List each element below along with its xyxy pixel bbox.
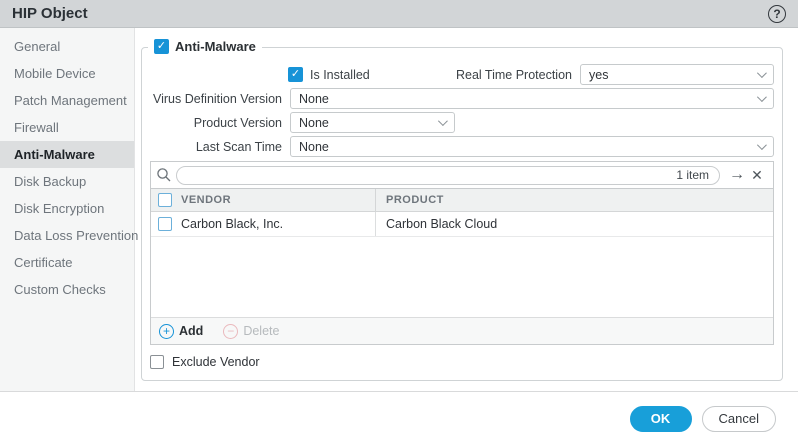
row-vendor-cell: Carbon Black, Inc. xyxy=(179,217,375,231)
cancel-button[interactable]: Cancel xyxy=(702,406,776,432)
table-toolbar: + Add − Delete xyxy=(151,317,773,344)
row-checkbox[interactable] xyxy=(158,217,172,231)
search-input[interactable] xyxy=(187,168,676,182)
sidebar-item-data-loss-prevention[interactable]: Data Loss Prevention xyxy=(0,222,134,249)
apply-filter-arrow-icon[interactable]: → xyxy=(727,166,747,184)
last-scan-time-value: None xyxy=(299,140,329,154)
chevron-down-icon xyxy=(757,140,767,150)
table-empty-area xyxy=(151,237,773,317)
delete-button-label: Delete xyxy=(243,324,279,338)
product-version-label: Product Version xyxy=(150,116,282,130)
delete-minus-icon: − xyxy=(223,324,238,339)
dialog-body: General Mobile Device Patch Management F… xyxy=(0,28,798,391)
sidebar-item-general[interactable]: General xyxy=(0,33,134,60)
table-header-row: VENDOR PRODUCT xyxy=(151,189,773,212)
virus-definition-version-label: Virus Definition Version xyxy=(150,92,282,106)
titlebar: HIP Object ? xyxy=(0,0,798,28)
sidebar: General Mobile Device Patch Management F… xyxy=(0,28,135,391)
add-button[interactable]: + Add xyxy=(159,324,203,339)
chevron-down-icon xyxy=(757,68,767,78)
is-installed-label: Is Installed xyxy=(310,68,370,82)
row-product-version: Product Version None xyxy=(150,112,774,133)
sidebar-item-patch-management[interactable]: Patch Management xyxy=(0,87,134,114)
ok-button[interactable]: OK xyxy=(630,406,692,432)
row-virus-definition-version: Virus Definition Version None xyxy=(150,88,774,109)
exclude-vendor-row: Exclude Vendor xyxy=(150,355,774,369)
sidebar-item-firewall[interactable]: Firewall xyxy=(0,114,134,141)
chevron-down-icon xyxy=(757,92,767,102)
column-header-vendor[interactable]: VENDOR xyxy=(179,194,375,206)
real-time-protection-value: yes xyxy=(589,68,608,82)
add-button-label: Add xyxy=(179,324,203,338)
exclude-vendor-checkbox[interactable] xyxy=(150,355,164,369)
exclude-vendor-label: Exclude Vendor xyxy=(172,355,260,369)
select-all-checkbox[interactable] xyxy=(158,193,172,207)
sidebar-item-disk-backup[interactable]: Disk Backup xyxy=(0,168,134,195)
row-last-scan-time: Last Scan Time None xyxy=(150,136,774,157)
is-installed-checkbox[interactable]: ✓ xyxy=(288,67,303,82)
chevron-down-icon xyxy=(438,116,448,126)
sidebar-item-custom-checks[interactable]: Custom Checks xyxy=(0,276,134,303)
item-count-badge: 1 item xyxy=(676,168,709,182)
page-title: HIP Object xyxy=(12,5,88,22)
row-product-cell: Carbon Black Cloud xyxy=(375,212,773,236)
hip-object-dialog: HIP Object ? General Mobile Device Patch… xyxy=(0,0,798,445)
anti-malware-checkbox[interactable]: ✓ xyxy=(154,39,169,54)
delete-button[interactable]: − Delete xyxy=(223,324,279,339)
real-time-protection-label: Real Time Protection xyxy=(456,68,572,82)
column-header-product[interactable]: PRODUCT xyxy=(375,189,773,211)
vendor-table: 1 item → ✕ VENDOR PRODUCT xyxy=(150,161,774,345)
product-version-select[interactable]: None xyxy=(290,112,455,133)
search-pill: 1 item xyxy=(176,166,720,185)
last-scan-time-select[interactable]: None xyxy=(290,136,774,157)
clear-filter-close-icon[interactable]: ✕ xyxy=(747,167,767,184)
sidebar-item-certificate[interactable]: Certificate xyxy=(0,249,134,276)
search-icon xyxy=(154,167,174,183)
virus-definition-version-value: None xyxy=(299,92,329,106)
row-is-installed: ✓ Is Installed Real Time Protection yes xyxy=(288,64,774,85)
table-search-row: 1 item → ✕ xyxy=(151,162,773,189)
help-icon[interactable]: ? xyxy=(768,5,786,23)
last-scan-time-label: Last Scan Time xyxy=(150,140,282,154)
sidebar-item-disk-encryption[interactable]: Disk Encryption xyxy=(0,195,134,222)
anti-malware-group-label: Anti-Malware xyxy=(175,39,256,54)
sidebar-item-mobile-device[interactable]: Mobile Device xyxy=(0,60,134,87)
add-plus-icon: + xyxy=(159,324,174,339)
dialog-footer: OK Cancel xyxy=(0,391,798,445)
table-row[interactable]: Carbon Black, Inc. Carbon Black Cloud xyxy=(151,212,773,237)
real-time-protection-select[interactable]: yes xyxy=(580,64,774,85)
anti-malware-group: ✓ Anti-Malware ✓ Is Installed Real Time … xyxy=(141,47,783,381)
sidebar-item-anti-malware[interactable]: Anti-Malware xyxy=(0,141,134,168)
virus-definition-version-select[interactable]: None xyxy=(290,88,774,109)
product-version-value: None xyxy=(299,116,329,130)
anti-malware-legend: ✓ Anti-Malware xyxy=(148,39,262,54)
main-panel: ✓ Anti-Malware ✓ Is Installed Real Time … xyxy=(135,28,798,391)
